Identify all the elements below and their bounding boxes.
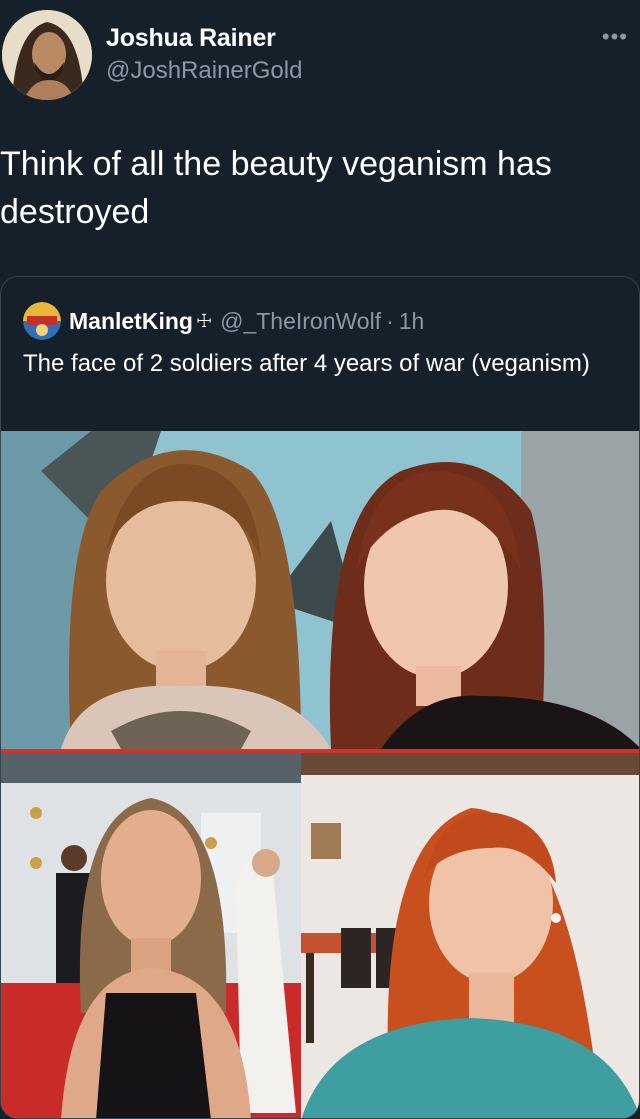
person-avatar-icon [2,10,92,100]
author-handle[interactable]: @JoshRainerGold [106,57,302,85]
quoted-header: ManletKing ☩ @_TheIronWolf · 1h [23,301,424,341]
media-photo-bottom-right[interactable] [301,753,639,1118]
media-photo-bottom-left[interactable] [1,753,301,1118]
tweet-text: Think of all the beauty veganism has des… [0,145,552,231]
tweet-header: Joshua Rainer @JoshRainerGold ••• [0,0,640,110]
photo-top-image [1,431,639,749]
photo-bottom-right-image [301,753,639,1118]
quoted-avatar[interactable] [23,302,61,340]
author-avatar[interactable] [2,10,92,100]
photo-bottom-left-image [1,753,301,1118]
quoted-media[interactable] [1,431,639,1118]
cross-icon: ☩ [195,310,213,331]
separator-dot: · [386,307,394,334]
quoted-timestamp[interactable]: 1h [399,308,425,335]
quoted-display-name[interactable]: ManletKing [69,308,193,335]
author-display-name[interactable]: Joshua Rainer [106,24,276,53]
badge-avatar-icon [23,302,61,340]
quoted-tweet[interactable]: ManletKing ☩ @_TheIronWolf · 1h The face… [0,276,640,1119]
more-options-icon[interactable]: ••• [602,24,628,50]
quoted-handle[interactable]: @_TheIronWolf [220,308,381,335]
media-photo-top[interactable] [1,431,639,749]
quoted-text: The face of 2 soldiers after 4 years of … [23,350,590,377]
